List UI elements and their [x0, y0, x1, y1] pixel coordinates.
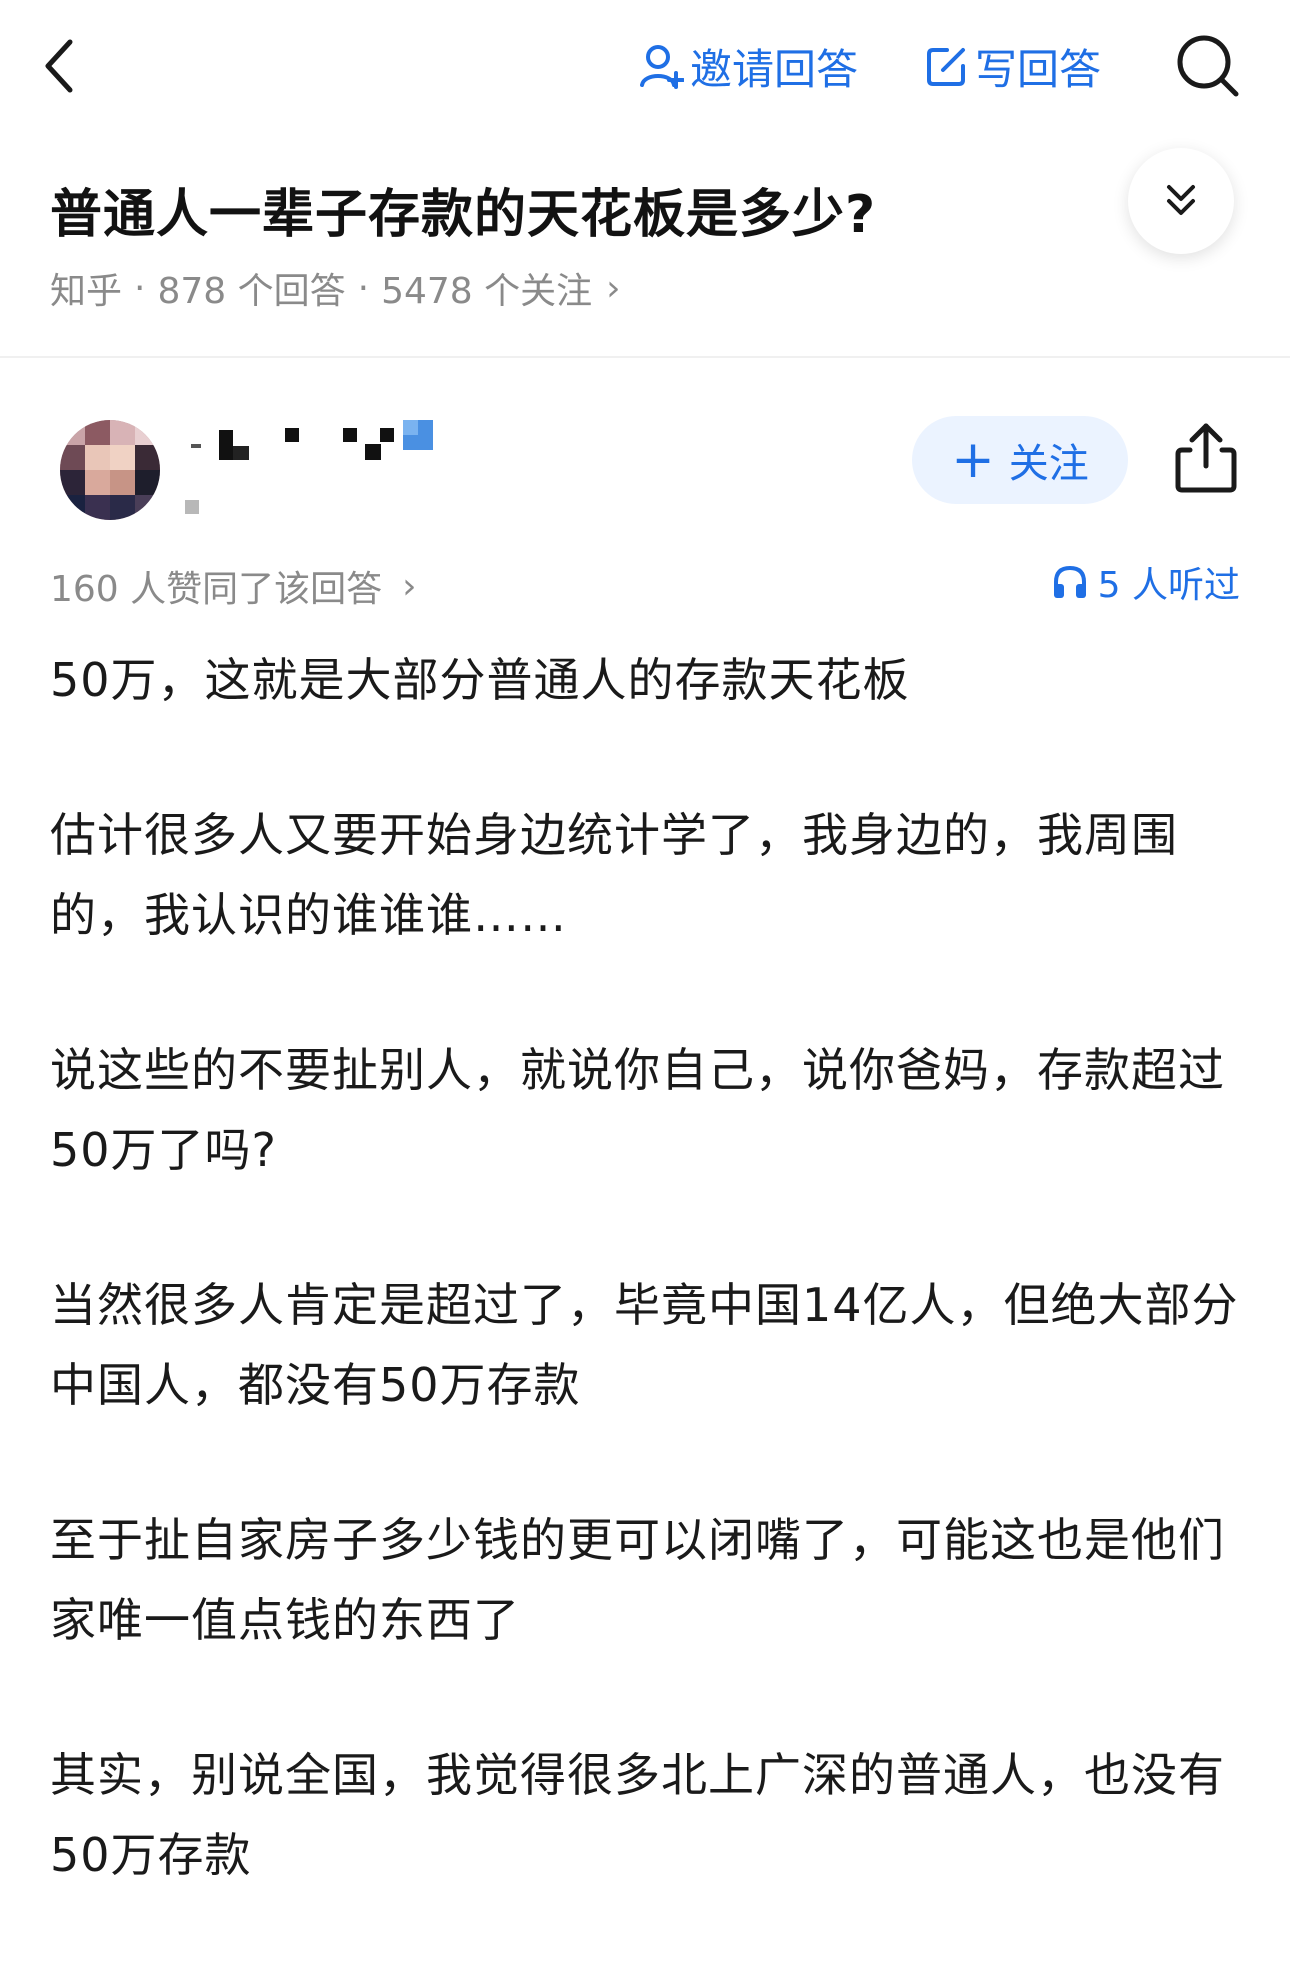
answer-content: 50万，这就是大部分普通人的存款天花板 估计很多人又要开始身边统计学了，我身边的…	[50, 640, 1250, 1970]
follow-label: 关注	[1008, 441, 1089, 487]
top-bar: 邀请回答 写回答	[0, 0, 1290, 130]
question-title[interactable]: 普通人一辈子存款的天花板是多少?	[50, 172, 876, 247]
search-icon	[1177, 35, 1239, 97]
listen-count[interactable]: 5 人听过	[1052, 556, 1240, 608]
write-answer-label: 写回答	[975, 44, 1102, 94]
author-name[interactable]	[185, 420, 485, 530]
answer-paragraph: 估计很多人又要开始身边统计学了，我身边的，我周围的，我认识的谁谁谁……	[50, 808, 1178, 942]
collapse-chevrons-icon	[1167, 185, 1195, 215]
answer-paragraph: 其实，别说全国，我觉得很多北上广深的普通人，也没有50万存款	[50, 1748, 1225, 1882]
back-button[interactable]	[40, 28, 100, 104]
source-label: 知乎	[50, 271, 123, 312]
share-button[interactable]	[1172, 422, 1240, 494]
chevron-right-icon: ›	[402, 565, 417, 607]
upvotes-summary[interactable]: 160 人赞同了该回答 ›	[50, 560, 417, 612]
back-arrow-icon	[45, 39, 73, 93]
chevron-right-icon: ›	[606, 267, 621, 309]
answer-paragraph: 50万，这就是大部分普通人的存款天花板	[50, 653, 910, 707]
answer-paragraph: 至于扯自家房子多少钱的更可以闭嘴了，可能这也是他们家唯一值点钱的东西了	[50, 1513, 1225, 1647]
invite-answer-label: 邀请回答	[690, 44, 859, 94]
divider	[0, 356, 1290, 358]
avatar[interactable]	[60, 420, 160, 520]
search-button[interactable]	[1172, 30, 1244, 102]
question-meta[interactable]: 知乎 · 878 个回答 · 5478 个关注 ›	[50, 262, 621, 314]
invite-answer-button[interactable]: 邀请回答	[640, 38, 858, 94]
answer-paragraph: 当然很多人肯定是超过了，毕竟中国14亿人，但绝大部分中国人，都没有50万存款	[50, 1278, 1239, 1412]
upvotes-text: 160 人赞同了该回答	[50, 569, 383, 610]
answer-paragraph: 说这些的不要扯别人，就说你自己，说你爸妈，存款超过50万了吗?	[50, 1043, 1225, 1177]
separator: ·	[357, 267, 370, 309]
edit-icon	[927, 48, 965, 86]
invite-user-icon	[640, 45, 684, 89]
separator: ·	[134, 267, 146, 309]
answers-count: 878 个回答	[157, 271, 346, 312]
follow-button[interactable]: + 关注	[912, 416, 1128, 504]
collapse-button[interactable]	[1128, 148, 1234, 254]
plus-icon: +	[951, 430, 995, 490]
followers-count: 5478 个关注	[381, 271, 593, 312]
headphones-icon	[1053, 565, 1086, 598]
write-answer-button[interactable]: 写回答	[925, 38, 1101, 94]
listen-text: 5 人听过	[1097, 565, 1240, 606]
share-icon	[1175, 423, 1237, 493]
